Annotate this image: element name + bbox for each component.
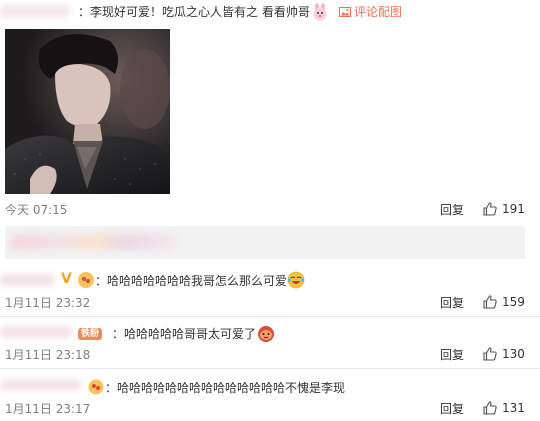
reply-text: ：哈哈哈哈哈哈哈哈哈哈哈哈哈哈不愧是李现 <box>105 381 346 395</box>
reply-button[interactable]: 回复 <box>440 295 464 311</box>
divider <box>0 368 540 369</box>
rabbit-emoji-icon <box>311 3 329 21</box>
like-button[interactable]: 191 <box>482 201 525 217</box>
tiefen-badge: 铁粉 <box>78 328 103 340</box>
thumbs-up-icon <box>483 401 497 415</box>
reply-button[interactable]: 回复 <box>440 347 464 363</box>
thumbs-up-icon <box>483 295 497 309</box>
like-count: 131 <box>502 401 525 415</box>
reply-button[interactable]: 回复 <box>440 202 464 218</box>
reply-time: 1月11日 23:17 <box>5 402 91 416</box>
reply-time: 1月11日 23:32 <box>5 296 91 310</box>
like-button[interactable]: 131 <box>482 400 525 416</box>
reply-text: ：哈哈哈哈哈哥哥太可爱了 <box>112 327 257 341</box>
badge-label: 铁粉 <box>81 329 100 339</box>
fan-badge-icon <box>88 379 104 395</box>
cute-emoji-icon <box>257 325 275 343</box>
reply-time: 1月11日 23:18 <box>5 348 91 362</box>
laugh-tears-emoji-icon <box>287 271 305 289</box>
like-count: 130 <box>502 347 525 361</box>
thumbs-up-icon <box>483 202 497 216</box>
like-count: 159 <box>502 295 525 309</box>
fan-badge-icon <box>78 272 94 288</box>
username-blurred[interactable] <box>0 274 55 286</box>
top-comment-text: ：李现好可爱！吃瓜之心人皆有之 看看帅哥 <box>78 5 310 19</box>
view-image-label: 评论配图 <box>354 5 403 19</box>
top-comment-time: 今天 07:15 <box>5 203 68 217</box>
blurred-repost-bar[interactable] <box>5 226 525 259</box>
blurred-content <box>11 234 176 250</box>
verified-v-icon: V <box>61 271 72 287</box>
comment-image[interactable] <box>5 29 170 194</box>
username-blurred[interactable] <box>0 379 82 391</box>
username-blurred[interactable] <box>0 326 72 338</box>
like-button[interactable]: 130 <box>482 346 525 362</box>
reply-button[interactable]: 回复 <box>440 401 464 417</box>
like-count: 191 <box>502 202 525 216</box>
image-icon <box>339 7 351 17</box>
divider <box>0 316 540 317</box>
reply-text: ：哈哈哈哈哈哈哈我哥怎么那么可爱 <box>95 274 288 288</box>
thumbs-up-icon <box>483 347 497 361</box>
like-button[interactable]: 159 <box>482 294 525 310</box>
username-blurred[interactable] <box>0 4 70 18</box>
view-image-link[interactable]: 评论配图 <box>339 4 402 20</box>
